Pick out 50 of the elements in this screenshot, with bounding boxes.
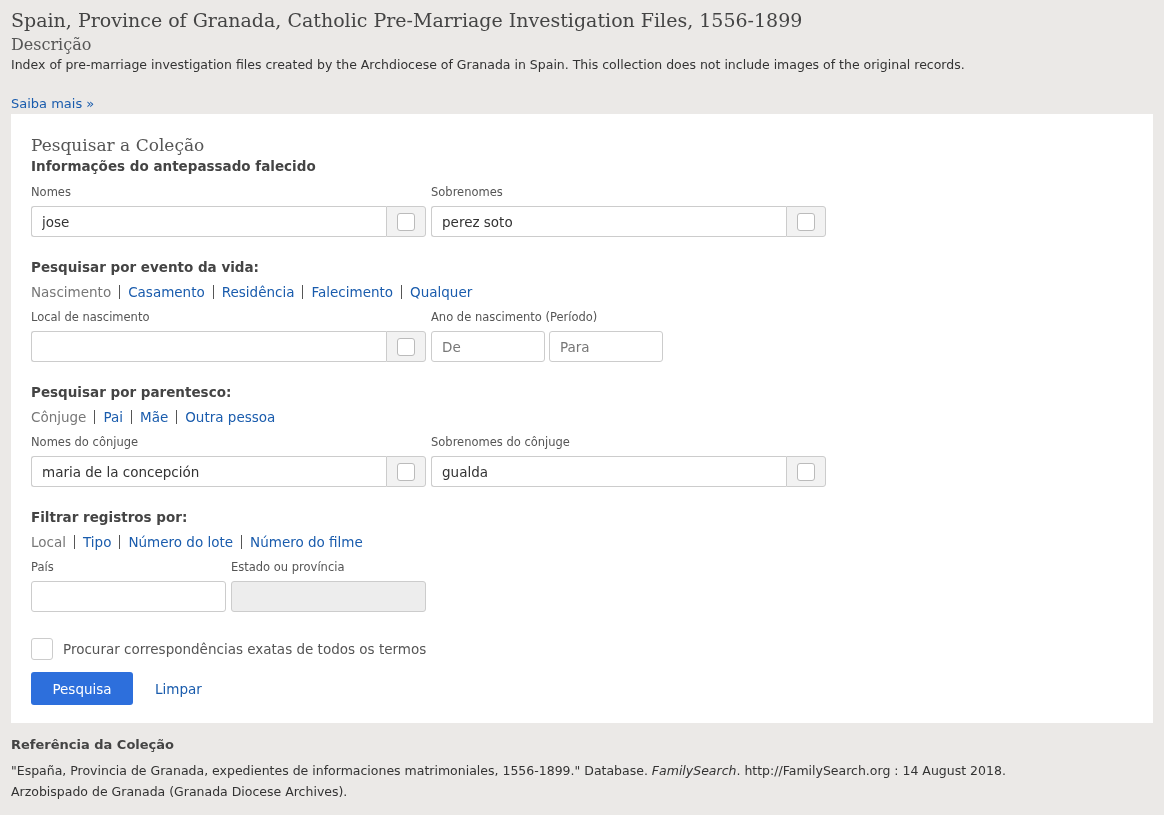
description-text: Index of pre-marriage investigation files created by the Archdiocese of Granada in Spain. This collection does not include images of the original records. — [11, 56, 966, 74]
exact-checkbox[interactable] — [797, 462, 815, 481]
text-field[interactable] — [31, 331, 386, 362]
text-field[interactable]: gualda — [431, 456, 786, 487]
section-heading: Informações do antepassado falecido — [31, 157, 317, 176]
search-button[interactable]: Pesquisa — [31, 672, 133, 705]
exact-checkbox[interactable] — [797, 212, 815, 231]
page-title: Spain, Province of Granada, Catholic Pre-Marriage Investigation Files, 1556-1899 — [11, 8, 804, 33]
field-label: Nomes do cônjuge — [31, 434, 140, 450]
event-tab[interactable]: Falecimento — [311, 283, 394, 301]
text-field[interactable]: maria de la concepción — [31, 456, 386, 487]
field-label: Estado ou província — [231, 559, 346, 575]
text-field[interactable]: jose — [31, 206, 386, 237]
field-label: Ano de nascimento (Período) — [431, 309, 599, 325]
event-tab[interactable]: Nascimento — [31, 283, 112, 301]
citation-source: Arzobispado de Granada (Granada Diocese Archives). — [11, 783, 349, 801]
text-field[interactable]: perez soto — [431, 206, 786, 237]
event-tab[interactable]: Residência — [221, 283, 295, 301]
exact-match-checkbox[interactable] — [31, 638, 53, 660]
event-tab[interactable]: Número do lote — [128, 533, 234, 551]
event-tab[interactable]: Tipo — [83, 533, 112, 551]
event-tab[interactable]: Pai — [103, 408, 123, 426]
text-field[interactable] — [31, 581, 226, 612]
field-label: Nomes — [31, 184, 72, 200]
field-label: Local de nascimento — [31, 309, 151, 325]
event-tab[interactable]: Cônjuge — [31, 408, 87, 426]
event-tab[interactable]: Local — [31, 533, 66, 551]
from-year-field[interactable]: De — [431, 331, 545, 362]
section-heading: Filtrar registros por: — [31, 508, 189, 527]
exact-checkbox[interactable] — [397, 462, 415, 481]
field-label: Sobrenomes do cônjuge — [431, 434, 571, 450]
event-tab[interactable]: Número do filme — [250, 533, 363, 551]
learn-more-link[interactable]: Saiba mais » — [11, 96, 95, 111]
description-heading: Descrição — [11, 34, 93, 56]
clear-link[interactable]: Limpar — [155, 680, 202, 697]
exact-checkbox[interactable] — [397, 337, 415, 356]
event-tab[interactable]: Casamento — [128, 283, 205, 301]
checkbox-label: Procurar correspondências exatas de todos os termos — [63, 641, 427, 657]
field-label: Sobrenomes — [431, 184, 504, 200]
event-tab[interactable]: Qualquer — [410, 283, 473, 301]
citation-heading: Referência da Coleção — [11, 736, 175, 754]
event-tab[interactable]: Outra pessoa — [185, 408, 276, 426]
section-heading: Pesquisar por evento da vida: — [31, 258, 260, 277]
search-title: Pesquisar a Coleção — [31, 134, 206, 156]
section-heading: Pesquisar por parentesco: — [31, 383, 233, 402]
to-year-field[interactable]: Para — [549, 331, 663, 362]
field-label: País — [31, 559, 55, 575]
event-tab[interactable]: Mãe — [140, 408, 169, 426]
exact-checkbox[interactable] — [397, 212, 415, 231]
citation-text: "España, Provincia de Granada, expedientes de informaciones matrimoniales, 1556-1899." Database. FamilySearch. http://FamilySearch.org : 14 August 2018. — [11, 762, 1007, 780]
